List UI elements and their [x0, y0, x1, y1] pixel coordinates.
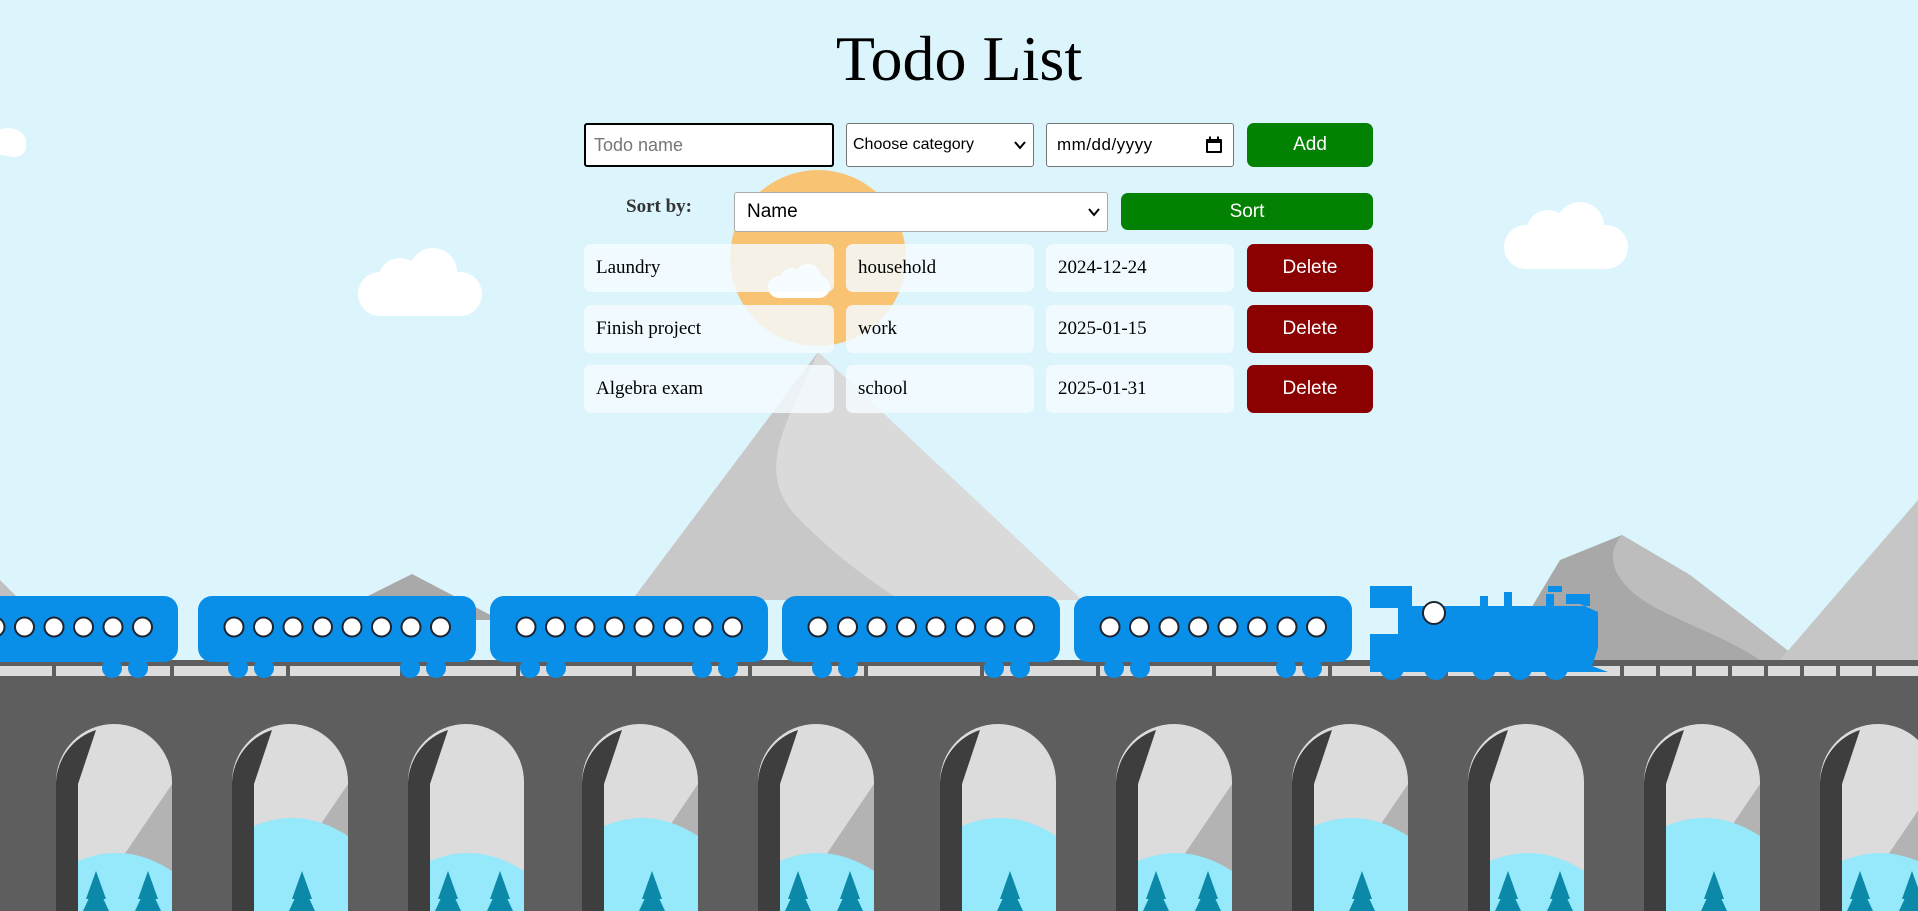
delete-button[interactable]: Delete	[1247, 305, 1373, 353]
date-placeholder: mm/dd/yyyy	[1057, 135, 1153, 154]
category-select-value: Choose category	[853, 136, 974, 153]
category-select[interactable]: Choose category	[846, 123, 1034, 167]
calendar-icon[interactable]	[1205, 136, 1223, 154]
sort-label: Sort by:	[626, 196, 692, 217]
todo-date: 2025-01-31	[1046, 365, 1234, 413]
todo-name-input[interactable]	[584, 123, 834, 167]
delete-button[interactable]: Delete	[1247, 365, 1373, 413]
chevron-down-icon	[1088, 208, 1100, 217]
todo-app: Todo List Choose category mm/dd/yyyy Add…	[0, 0, 1918, 911]
add-button[interactable]: Add	[1247, 123, 1373, 167]
due-date-input[interactable]: mm/dd/yyyy	[1046, 123, 1234, 167]
todo-name: Finish project	[584, 305, 834, 353]
sort-select[interactable]: Name	[734, 192, 1108, 232]
todo-date: 2025-01-15	[1046, 305, 1234, 353]
todo-category: school	[846, 365, 1034, 413]
todo-category: household	[846, 244, 1034, 292]
todo-name: Algebra exam	[584, 365, 834, 413]
chevron-down-icon	[1014, 141, 1026, 150]
todo-name: Laundry	[584, 244, 834, 292]
sort-select-value: Name	[747, 201, 798, 222]
todo-category: work	[846, 305, 1034, 353]
sort-button[interactable]: Sort	[1121, 193, 1373, 230]
page-title: Todo List	[835, 23, 1083, 94]
todo-date: 2024-12-24	[1046, 244, 1234, 292]
delete-button[interactable]: Delete	[1247, 244, 1373, 292]
